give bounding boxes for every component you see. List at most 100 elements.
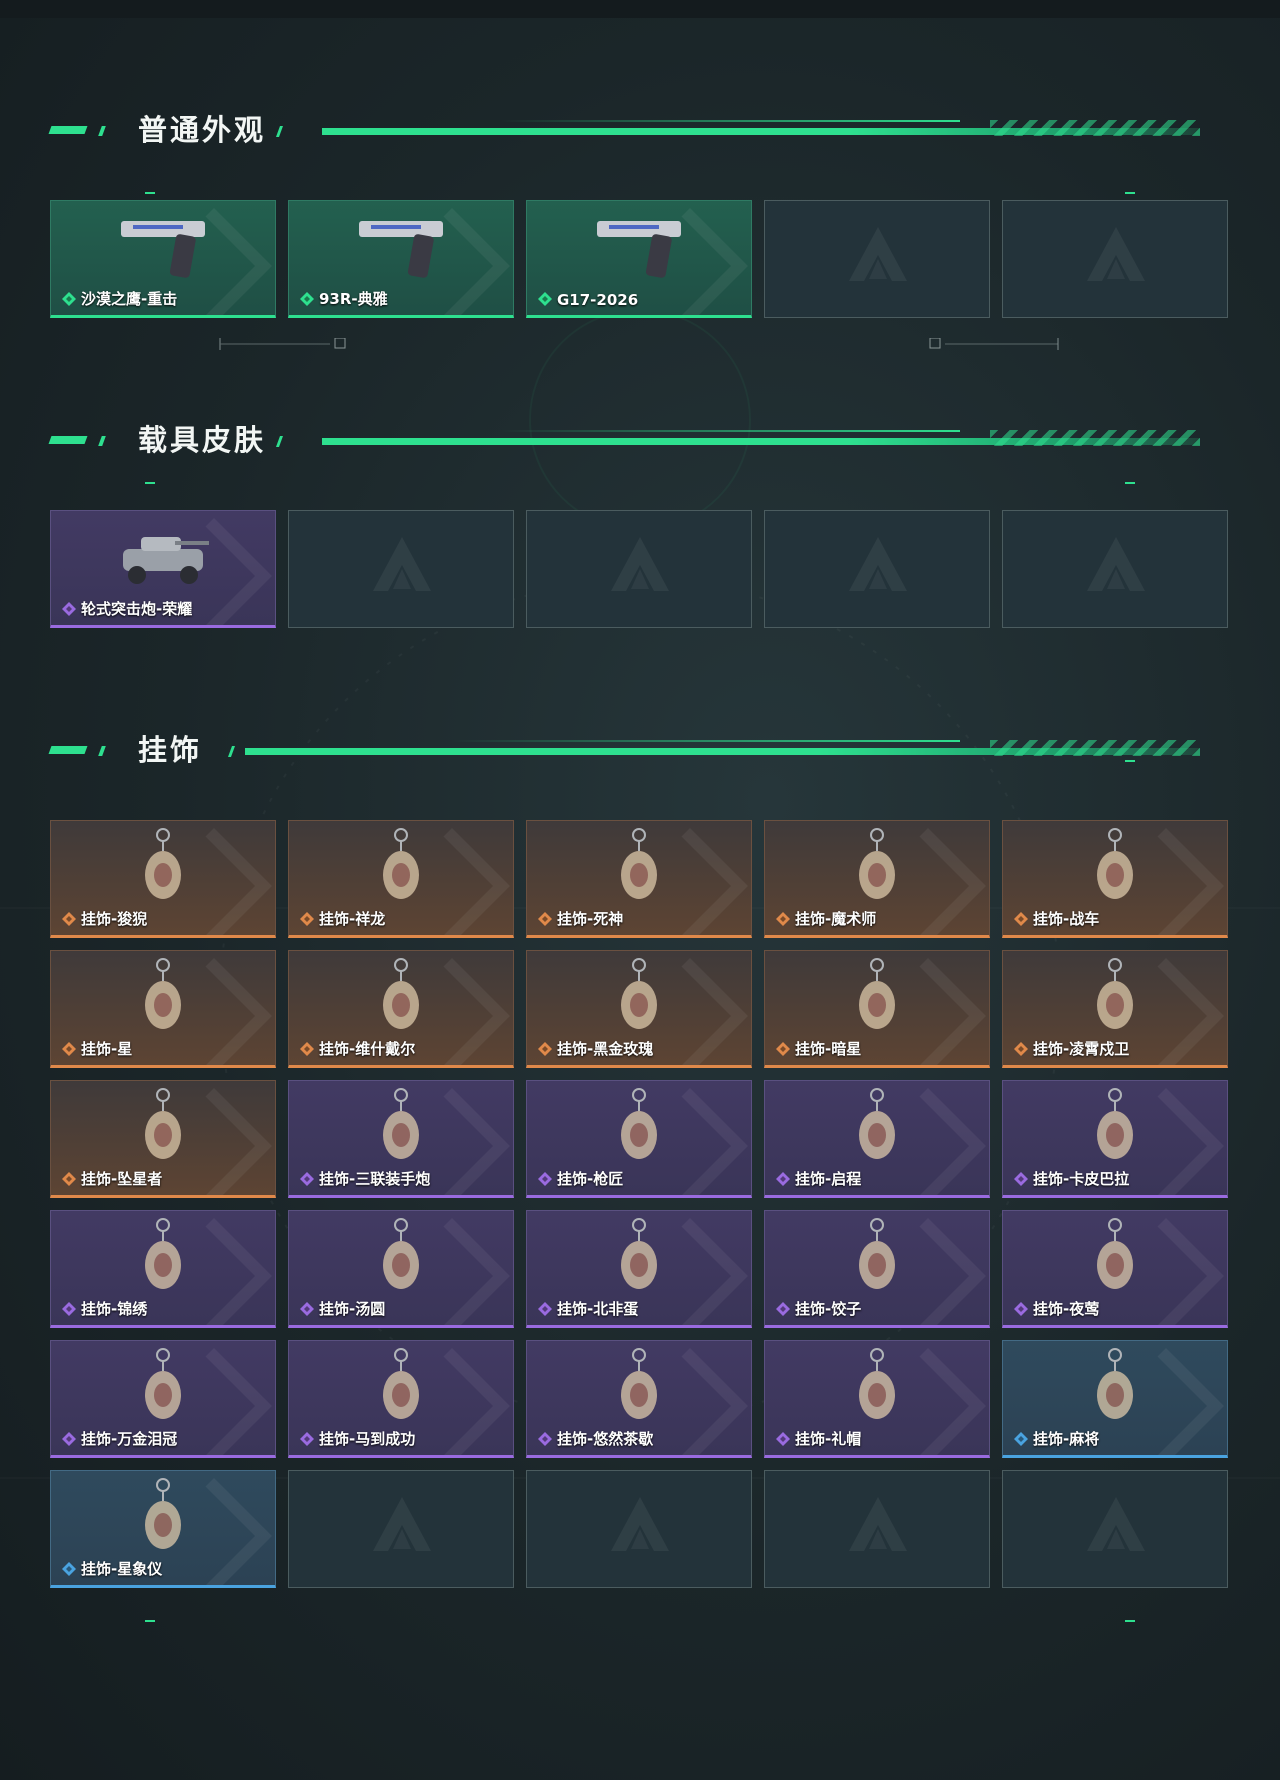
charm-icon (621, 1348, 657, 1419)
empty-slot (526, 1470, 752, 1588)
item-card[interactable]: 挂饰-卡皮巴拉 (1002, 1080, 1228, 1198)
item-label: 挂饰-魔术师 (795, 910, 877, 928)
header-checker-pattern (990, 740, 1200, 756)
section-header-charms: 挂饰 (48, 730, 1200, 770)
item-label: 挂饰-凌霄戍卫 (1033, 1040, 1130, 1058)
item-label: 挂饰-万金泪冠 (81, 1430, 178, 1448)
item-card[interactable]: 挂饰-维什戴尔 (288, 950, 514, 1068)
charm-icon (145, 1088, 181, 1159)
item-label: 挂饰-饺子 (795, 1300, 862, 1318)
charm-icon (383, 958, 419, 1029)
rarity-purple-icon (538, 1172, 552, 1186)
item-card[interactable]: 挂饰-死神 (526, 820, 752, 938)
item-card[interactable]: 挂饰-星 (50, 950, 276, 1068)
corner-marker (145, 482, 155, 484)
item-card[interactable]: 93R-典雅 (288, 200, 514, 318)
item-card[interactable]: 挂饰-北非蛋 (526, 1210, 752, 1328)
charm-icon (859, 958, 895, 1029)
item-card[interactable]: 挂饰-魔术师 (764, 820, 990, 938)
charm-icon (145, 1478, 181, 1549)
item-card[interactable]: 挂饰-悠然茶歇 (526, 1340, 752, 1458)
item-label: 挂饰-卡皮巴拉 (1033, 1170, 1130, 1188)
rarity-purple-icon (776, 1172, 790, 1186)
item-label: 挂饰-三联装手炮 (319, 1170, 431, 1188)
item-card[interactable]: 挂饰-枪匠 (526, 1080, 752, 1198)
charm-icon (145, 958, 181, 1029)
item-card[interactable]: G17-2026 (526, 200, 752, 318)
rarity-purple-icon (1014, 1302, 1028, 1316)
rarity-purple-icon (1014, 1172, 1028, 1186)
placeholder-logo-icon (1087, 227, 1145, 281)
rarity-purple-icon (300, 1302, 314, 1316)
charm-icon (383, 828, 419, 899)
item-card[interactable]: 挂饰-万金泪冠 (50, 1340, 276, 1458)
charm-icon (1097, 828, 1133, 899)
item-card[interactable]: 挂饰-锦绣 (50, 1210, 276, 1328)
charm-icon (859, 1218, 895, 1289)
item-label: 挂饰-马到成功 (319, 1430, 416, 1448)
item-label: 挂饰-暗星 (795, 1040, 862, 1058)
empty-slot (764, 200, 990, 318)
rarity-purple-icon (62, 1302, 76, 1316)
item-card[interactable]: 挂饰-狻猊 (50, 820, 276, 938)
item-label: 轮式突击炮-荣耀 (81, 600, 193, 618)
item-card[interactable]: 轮式突击炮-荣耀 (50, 510, 276, 628)
item-card[interactable]: 挂饰-坠星者 (50, 1080, 276, 1198)
item-card[interactable]: 挂饰-饺子 (764, 1210, 990, 1328)
item-label: 挂饰-汤圆 (319, 1300, 386, 1318)
item-card[interactable]: 挂饰-汤圆 (288, 1210, 514, 1328)
header-dash (48, 126, 88, 134)
charm-icon (1097, 958, 1133, 1029)
item-card[interactable]: 挂饰-星象仪 (50, 1470, 276, 1588)
item-card[interactable]: 挂饰-暗星 (764, 950, 990, 1068)
empty-slot (1002, 1470, 1228, 1588)
item-card[interactable]: 挂饰-祥龙 (288, 820, 514, 938)
charm-icon (383, 1218, 419, 1289)
item-label: 挂饰-祥龙 (319, 910, 386, 928)
armored-vehicle-icon (123, 537, 209, 584)
item-card[interactable]: 挂饰-夜莺 (1002, 1210, 1228, 1328)
header-tick (227, 746, 236, 757)
placeholder-logo-icon (1087, 1497, 1145, 1551)
section-title: 普通外观 (138, 113, 267, 147)
item-card[interactable]: 挂饰-三联装手炮 (288, 1080, 514, 1198)
placeholder-logo-icon (373, 1497, 431, 1551)
item-card[interactable]: 挂饰-启程 (764, 1080, 990, 1198)
item-card[interactable]: 挂饰-礼帽 (764, 1340, 990, 1458)
item-card[interactable]: 挂饰-凌霄戍卫 (1002, 950, 1228, 1068)
item-label: 挂饰-狻猊 (81, 910, 148, 928)
placeholder-logo-icon (1087, 537, 1145, 591)
section-title: 载具皮肤 (138, 423, 267, 457)
charm-icon (145, 1218, 181, 1289)
item-label: 挂饰-夜莺 (1033, 1300, 1100, 1318)
item-card[interactable]: 挂饰-黑金玫瑰 (526, 950, 752, 1068)
item-label: 挂饰-锦绣 (81, 1300, 148, 1318)
empty-slot (764, 510, 990, 628)
rarity-orange-icon (62, 1172, 76, 1186)
rarity-purple-icon (538, 1302, 552, 1316)
charm-icon (621, 828, 657, 899)
rarity-purple-icon (538, 1432, 552, 1446)
rarity-purple-icon (62, 602, 76, 616)
item-label: 挂饰-启程 (795, 1170, 862, 1188)
empty-slot (1002, 510, 1228, 628)
item-card[interactable]: 挂饰-马到成功 (288, 1340, 514, 1458)
item-card[interactable]: 沙漠之鹰-重击 (50, 200, 276, 318)
item-card[interactable]: 挂饰-战车 (1002, 820, 1228, 938)
empty-slot (288, 1470, 514, 1588)
item-label: 挂饰-坠星者 (81, 1170, 163, 1188)
item-card[interactable]: 挂饰-麻将 (1002, 1340, 1228, 1458)
rarity-blue-icon (1014, 1432, 1028, 1446)
rarity-purple-icon (300, 1432, 314, 1446)
rarity-purple-icon (300, 1172, 314, 1186)
rarity-orange-icon (776, 1042, 790, 1056)
item-label: 挂饰-战车 (1033, 910, 1100, 928)
charm-icon (383, 1088, 419, 1159)
header-tick (275, 126, 284, 137)
section-header-vehicles: 载具皮肤 (48, 420, 1200, 460)
g17-pistol-icon (597, 221, 681, 278)
rarity-orange-icon (538, 1042, 552, 1056)
placeholder-logo-icon (849, 537, 907, 591)
header-checker-pattern (990, 120, 1200, 136)
item-label: 沙漠之鹰-重击 (81, 290, 178, 308)
